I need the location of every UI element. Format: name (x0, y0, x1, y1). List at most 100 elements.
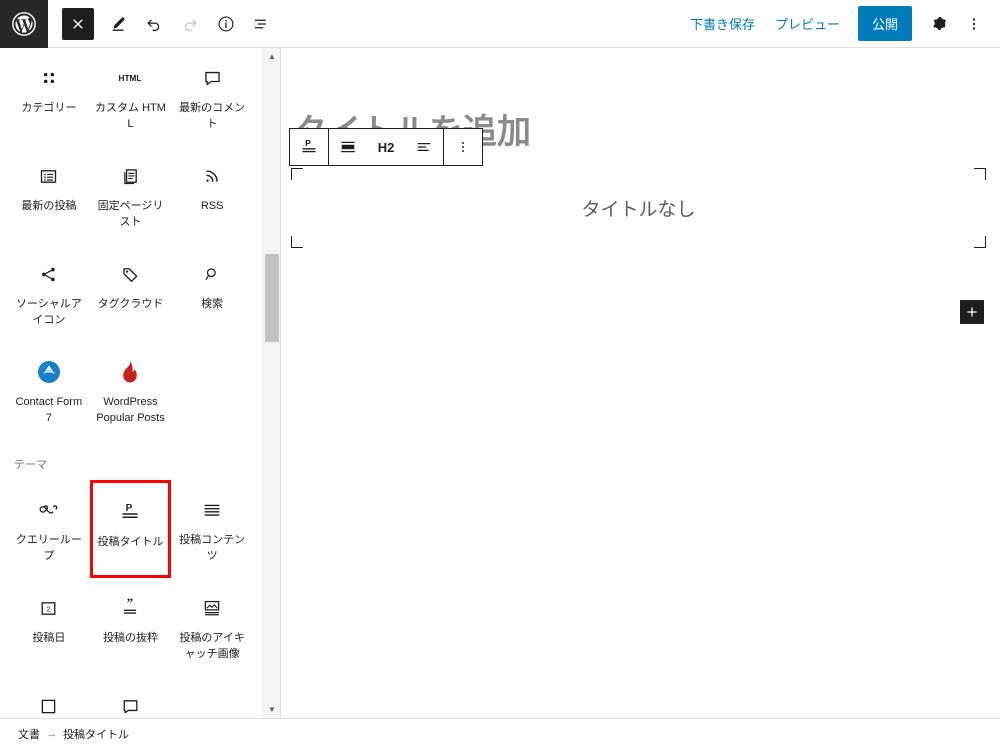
svg-text:”: ” (127, 597, 133, 610)
block-item-wordpress-popular-posts[interactable]: WordPress Popular Posts (90, 342, 172, 440)
block-toolbar-group-format: H2 (329, 129, 444, 165)
editor-body: カテゴリー HTML カスタム HTML 最新のコメント 最新の投稿 固定ページ… (0, 48, 1000, 718)
settings-button[interactable] (920, 6, 956, 42)
svg-text:P: P (126, 503, 133, 514)
block-item-partial-3[interactable] (171, 676, 253, 718)
share-icon (38, 257, 59, 291)
top-bar-right-tools: 下書き保存 プレビュー 公開 (680, 6, 1000, 42)
block-item-post-content[interactable]: 投稿コンテンツ (171, 480, 253, 578)
selection-corner-top-right (974, 168, 986, 180)
plus-icon (965, 305, 979, 319)
block-item-post-excerpt[interactable]: ” 投稿の抜粋 (90, 578, 172, 676)
post-content-icon (201, 493, 223, 527)
block-item-label: カテゴリー (21, 102, 77, 114)
block-item-post-featured-image[interactable]: 投稿のアイキャッチ画像 (171, 578, 253, 676)
undo-icon (144, 14, 164, 34)
editor-app: 下書き保存 プレビュー 公開 カテゴリー HTML カスタム HTML 最新のコ… (0, 0, 1000, 748)
redo-button[interactable] (172, 6, 208, 42)
block-item-label: 固定ページリスト (97, 200, 164, 228)
block-item-label: 投稿の抜粋 (102, 632, 158, 644)
block-item-partial-2[interactable] (90, 676, 172, 718)
query-loop-icon (36, 493, 62, 527)
breadcrumb-item-document[interactable]: 文書 (18, 726, 40, 742)
ellipsis-vertical-icon (455, 139, 471, 155)
block-item-search[interactable]: 検索 (171, 244, 253, 342)
categories-icon (39, 61, 59, 95)
wordpress-logo-button[interactable] (0, 0, 48, 48)
more-options-button[interactable] (956, 6, 992, 42)
block-align-icon (338, 137, 358, 157)
details-button[interactable] (208, 6, 244, 42)
tag-icon (120, 257, 141, 291)
add-block-button[interactable] (960, 300, 984, 324)
block-item-social-icons[interactable]: ソーシャルアイコン (8, 244, 90, 342)
block-toolbar-group-more (444, 129, 482, 165)
list-box-icon (38, 159, 59, 193)
block-inserter-panel: カテゴリー HTML カスタム HTML 最新のコメント 最新の投稿 固定ページ… (0, 48, 281, 718)
post-date-icon: 2 (38, 591, 59, 625)
svg-text:HTML: HTML (119, 74, 142, 83)
scroll-up-arrow-icon[interactable]: ▲ (263, 48, 281, 65)
list-view-icon (252, 14, 272, 34)
block-item-tag-cloud[interactable]: タグクラウド (90, 244, 172, 342)
block-item-partial-1[interactable] (8, 676, 90, 718)
block-item-query-loop[interactable]: クエリーループ (8, 480, 90, 578)
block-item-post-title[interactable]: P 投稿タイトル (89, 480, 172, 578)
inserter-scrollbar[interactable]: ▲ ▼ (262, 48, 280, 718)
close-icon (70, 16, 86, 32)
info-icon (216, 14, 236, 34)
block-item-label: RSS (200, 200, 224, 212)
contact-form-7-icon (36, 355, 62, 389)
rss-icon (202, 159, 222, 193)
block-item-latest-posts[interactable]: 最新の投稿 (8, 146, 90, 244)
selection-corner-bottom-right (974, 236, 986, 248)
breadcrumb-item-post-title[interactable]: 投稿タイトル (63, 726, 129, 742)
block-options-button[interactable] (444, 129, 482, 165)
scrollbar-thumb[interactable] (265, 254, 279, 342)
preview-button[interactable]: プレビュー (765, 8, 850, 39)
featured-image-icon (201, 591, 223, 625)
publish-button[interactable]: 公開 (857, 6, 912, 41)
block-item-contact-form-7[interactable]: Contact Form 7 (8, 342, 90, 440)
svg-text:P: P (305, 138, 311, 148)
inserter-section-heading-theme: テーマ (14, 459, 47, 471)
breadcrumb: 文書 → 投稿タイトル (0, 718, 1000, 748)
block-item-categories[interactable]: カテゴリー (8, 48, 90, 146)
scroll-down-arrow-icon[interactable]: ▼ (263, 701, 281, 718)
widget-block-grid: カテゴリー HTML カスタム HTML 最新のコメント 最新の投稿 固定ページ… (0, 48, 261, 440)
save-draft-button[interactable]: 下書き保存 (680, 8, 765, 39)
selection-corner-top-left (291, 168, 303, 180)
block-toolbar-group-type: P (290, 129, 329, 165)
search-icon (202, 257, 222, 291)
selected-block-post-title[interactable]: タイトルなし (291, 168, 986, 248)
partial-block-icon (120, 689, 141, 718)
block-inserter-scroll-area: カテゴリー HTML カスタム HTML 最新のコメント 最新の投稿 固定ページ… (0, 48, 280, 718)
block-item-label: タグクラウド (97, 298, 164, 310)
breadcrumb-separator-icon: → (46, 727, 57, 740)
heading-level-button[interactable]: H2 (367, 129, 405, 165)
selected-block-text: タイトルなし (581, 199, 696, 221)
block-align-button[interactable] (329, 129, 367, 165)
block-item-page-list[interactable]: 固定ページリスト (90, 146, 172, 244)
close-inserter-button[interactable] (62, 7, 94, 40)
text-align-button[interactable] (405, 129, 443, 165)
block-item-custom-html[interactable]: HTML カスタム HTML (90, 48, 172, 146)
block-type-button[interactable]: P (290, 129, 328, 165)
block-item-label: WordPress Popular Posts (96, 396, 165, 424)
block-item-label: 最新のコメント (179, 102, 246, 130)
post-title-icon: P (118, 495, 142, 529)
block-item-label: 投稿のアイキャッチ画像 (179, 632, 245, 660)
block-item-latest-comments[interactable]: 最新のコメント (171, 48, 253, 146)
selection-corner-bottom-left (291, 236, 303, 248)
block-item-post-date[interactable]: 2 投稿日 (8, 578, 90, 676)
redo-icon (180, 14, 200, 34)
block-item-rss[interactable]: RSS (171, 146, 253, 244)
pencil-icon (108, 14, 128, 34)
undo-button[interactable] (136, 6, 172, 42)
edit-mode-button[interactable] (100, 6, 136, 42)
editor-canvas[interactable]: タイトルを追加 P (281, 48, 1000, 718)
list-view-button[interactable] (244, 6, 280, 42)
block-item-label: カスタム HTML (95, 102, 166, 130)
flame-icon (120, 355, 140, 389)
block-item-label: Contact Form 7 (15, 396, 83, 424)
